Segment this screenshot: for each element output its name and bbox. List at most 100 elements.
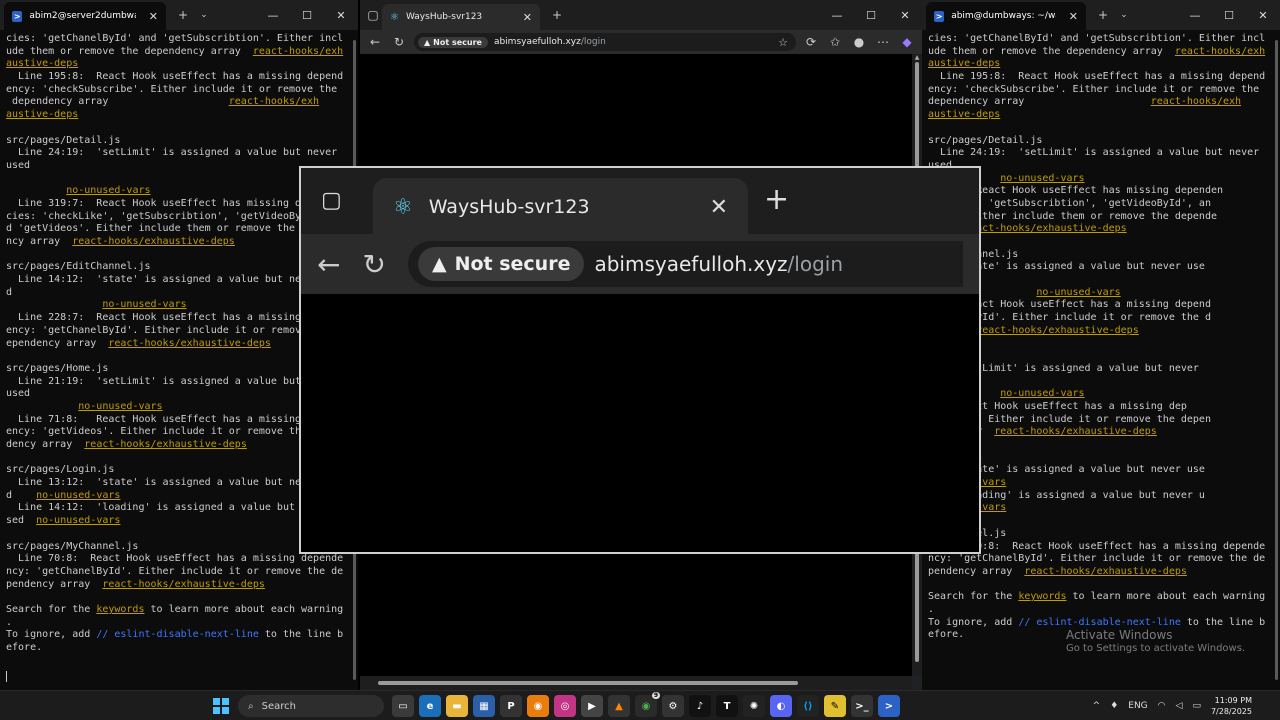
left-terminal-tab[interactable]: > abim2@server2dumbways: ~ ✕ (4, 2, 166, 30)
warning-icon: ▲ (424, 37, 431, 47)
favorites-icon[interactable]: ✩ (826, 35, 844, 49)
minimize-icon[interactable]: — (256, 9, 290, 22)
terminal-link[interactable]: react-hooks/exhaustive-deps (976, 325, 1139, 336)
edge-icon[interactable]: e (419, 695, 441, 717)
chrome-icon[interactable]: ◉ 9 (635, 692, 660, 717)
terminal-link[interactable]: react-hooks/exhaustive-deps (1024, 566, 1187, 577)
close-tab-icon[interactable]: ✕ (710, 195, 728, 220)
maximize-icon[interactable]: ☐ (854, 9, 888, 22)
terminal-link[interactable]: react-hooks/exhaustive-deps (102, 579, 265, 590)
instagram-icon[interactable]: ◎ (554, 695, 576, 717)
minimize-icon[interactable]: — (1178, 9, 1212, 22)
new-tab-icon[interactable]: + (764, 182, 789, 217)
terminal-text: Line 14:12: 'state' is assigned a value … (6, 274, 302, 286)
powershell-icon[interactable]: > (878, 695, 900, 717)
refresh-icon[interactable]: ↻ (390, 35, 408, 49)
terminal-link[interactable]: no-unused-vars (66, 185, 150, 196)
clock[interactable]: 11:09 PM 7/28/2025 (1211, 695, 1252, 717)
chatgpt-icon[interactable]: ✺ (743, 695, 765, 717)
chevron-down-icon[interactable]: ⌄ (1120, 10, 1128, 20)
maximize-icon[interactable]: ☐ (290, 9, 324, 22)
terminal-link[interactable]: react-hooks/exhaustive-deps (84, 439, 247, 450)
windows-start-icon[interactable] (213, 698, 229, 714)
terminal-link[interactable]: // eslint-disable-next-line (1018, 617, 1181, 628)
battery-icon[interactable]: ▭ (1192, 701, 1201, 711)
back-arrow-icon[interactable]: ← (317, 248, 340, 281)
back-arrow-icon[interactable]: ← (366, 35, 384, 49)
terminal-link[interactable]: // eslint-disable-next-line (96, 629, 259, 640)
terminal-link[interactable]: react-hooks/exh (253, 46, 343, 57)
maximize-icon[interactable]: ☐ (1212, 9, 1246, 22)
close-tab-icon[interactable]: ✕ (1069, 10, 1078, 23)
vscode-icon[interactable]: ⟨⟩ (797, 695, 819, 717)
browser-tab[interactable]: ⚛ WaysHub-svr123 ✕ (382, 4, 540, 30)
terminal-link[interactable]: austive-deps (6, 109, 78, 120)
terminal-link[interactable]: react-hooks/exhaustive-deps (108, 338, 271, 349)
store-icon[interactable]: ▦ (473, 695, 495, 717)
terminal-link[interactable]: no-unused-vars (36, 490, 120, 501)
settings-icon[interactable]: ⚙ (662, 695, 684, 717)
extensions-icon[interactable]: ⟳ (802, 35, 820, 49)
discord-icon[interactable]: ◐ (770, 695, 792, 717)
language-indicator[interactable]: ENG (1128, 701, 1147, 711)
terminal-link[interactable]: no-unused-vars (1000, 173, 1084, 184)
tab-actions-icon[interactable]: ▢ (364, 8, 382, 22)
terminal-link[interactable]: austive-deps (928, 109, 1000, 120)
terminal-icon[interactable]: >_ (851, 695, 873, 717)
terminal-link[interactable]: austive-deps (928, 58, 1000, 69)
more-menu-icon[interactable]: ⋯ (874, 35, 892, 49)
vlc-icon[interactable]: ▲ (608, 695, 630, 717)
chevron-down-icon[interactable]: ⌄ (200, 10, 208, 20)
terminal-link[interactable]: react-hooks/exhaustive-deps (994, 426, 1157, 437)
close-tab-icon[interactable]: ✕ (149, 10, 158, 23)
right-terminal-tab[interactable]: > abim@dumbways: ~/wayshul ✕ (926, 2, 1086, 30)
notes-icon[interactable]: ✎ (824, 695, 846, 717)
star-icon[interactable]: ☆ (774, 36, 792, 49)
address-bar[interactable]: ▲ Not secure abimsyaefulloh.xyz/login ☆ (414, 33, 796, 51)
terminal-link[interactable]: react-hooks/exh (1151, 96, 1241, 107)
terminal-link[interactable]: austive-deps (6, 58, 78, 69)
new-tab-icon[interactable]: + (552, 8, 562, 22)
terminal-link[interactable]: no-unused-vars (1036, 287, 1120, 298)
horizontal-scrollbar[interactable] (360, 676, 912, 690)
terminal-link[interactable]: react-hooks/exh (1175, 46, 1265, 57)
pdf-icon[interactable]: P (500, 695, 522, 717)
microphone-icon[interactable]: ♦ (1110, 701, 1118, 711)
not-secure-chip[interactable]: ▲ Not secure (418, 36, 488, 48)
terminal-link[interactable]: react-hooks/exh (229, 96, 319, 107)
terminal-text: Search for the (928, 591, 1019, 603)
close-window-icon[interactable]: ✕ (1246, 9, 1280, 22)
minimize-icon[interactable]: — (820, 9, 854, 22)
app-icon[interactable]: T (716, 695, 738, 717)
tiktok-icon[interactable]: ♪ (689, 695, 711, 717)
taskbar-search[interactable]: ⌕ Search (238, 695, 384, 717)
profile-avatar-icon[interactable]: ● (850, 35, 868, 49)
new-tab-icon[interactable]: + (1098, 8, 1108, 22)
terminal-scrollbar[interactable] (1275, 40, 1278, 680)
terminal-link[interactable]: react-hooks/exhaustive-deps (964, 223, 1127, 234)
terminal-link[interactable]: no-unused-vars (1000, 388, 1084, 399)
close-window-icon[interactable]: ✕ (888, 9, 922, 22)
refresh-icon[interactable]: ↻ (362, 248, 385, 281)
terminal-link[interactable]: keywords (96, 604, 144, 615)
task-view-icon[interactable]: ▭ (392, 695, 414, 717)
chevron-up-icon[interactable]: ^ (1093, 701, 1101, 711)
file-explorer-icon[interactable]: ▬ (446, 695, 468, 717)
blender-icon[interactable]: ◉ (527, 695, 549, 717)
new-tab-icon[interactable]: + (178, 8, 188, 22)
terminal-link[interactable]: no-unused-vars (36, 515, 120, 526)
close-tab-icon[interactable]: ✕ (523, 11, 532, 24)
tab-actions-icon[interactable]: ▢ (321, 188, 342, 213)
zoomed-tab[interactable]: ⚛ WaysHub-svr123 ✕ (373, 178, 748, 236)
close-window-icon[interactable]: ✕ (324, 9, 358, 22)
zoomed-address-bar[interactable]: ▲ Not secure abimsyaefulloh.xyz/login (407, 241, 963, 287)
media-player-icon[interactable]: ▶ (581, 695, 603, 717)
terminal-link[interactable]: keywords (1018, 591, 1066, 602)
not-secure-chip[interactable]: ▲ Not secure (417, 247, 585, 281)
terminal-link[interactable]: no-unused-vars (102, 299, 186, 310)
terminal-link[interactable]: no-unused-vars (78, 401, 162, 412)
wifi-icon[interactable]: ◠ (1158, 701, 1166, 711)
copilot-icon[interactable]: ◆ (898, 35, 916, 49)
terminal-link[interactable]: react-hooks/exhaustive-deps (72, 236, 235, 247)
volume-icon[interactable]: ◁ (1176, 701, 1183, 711)
